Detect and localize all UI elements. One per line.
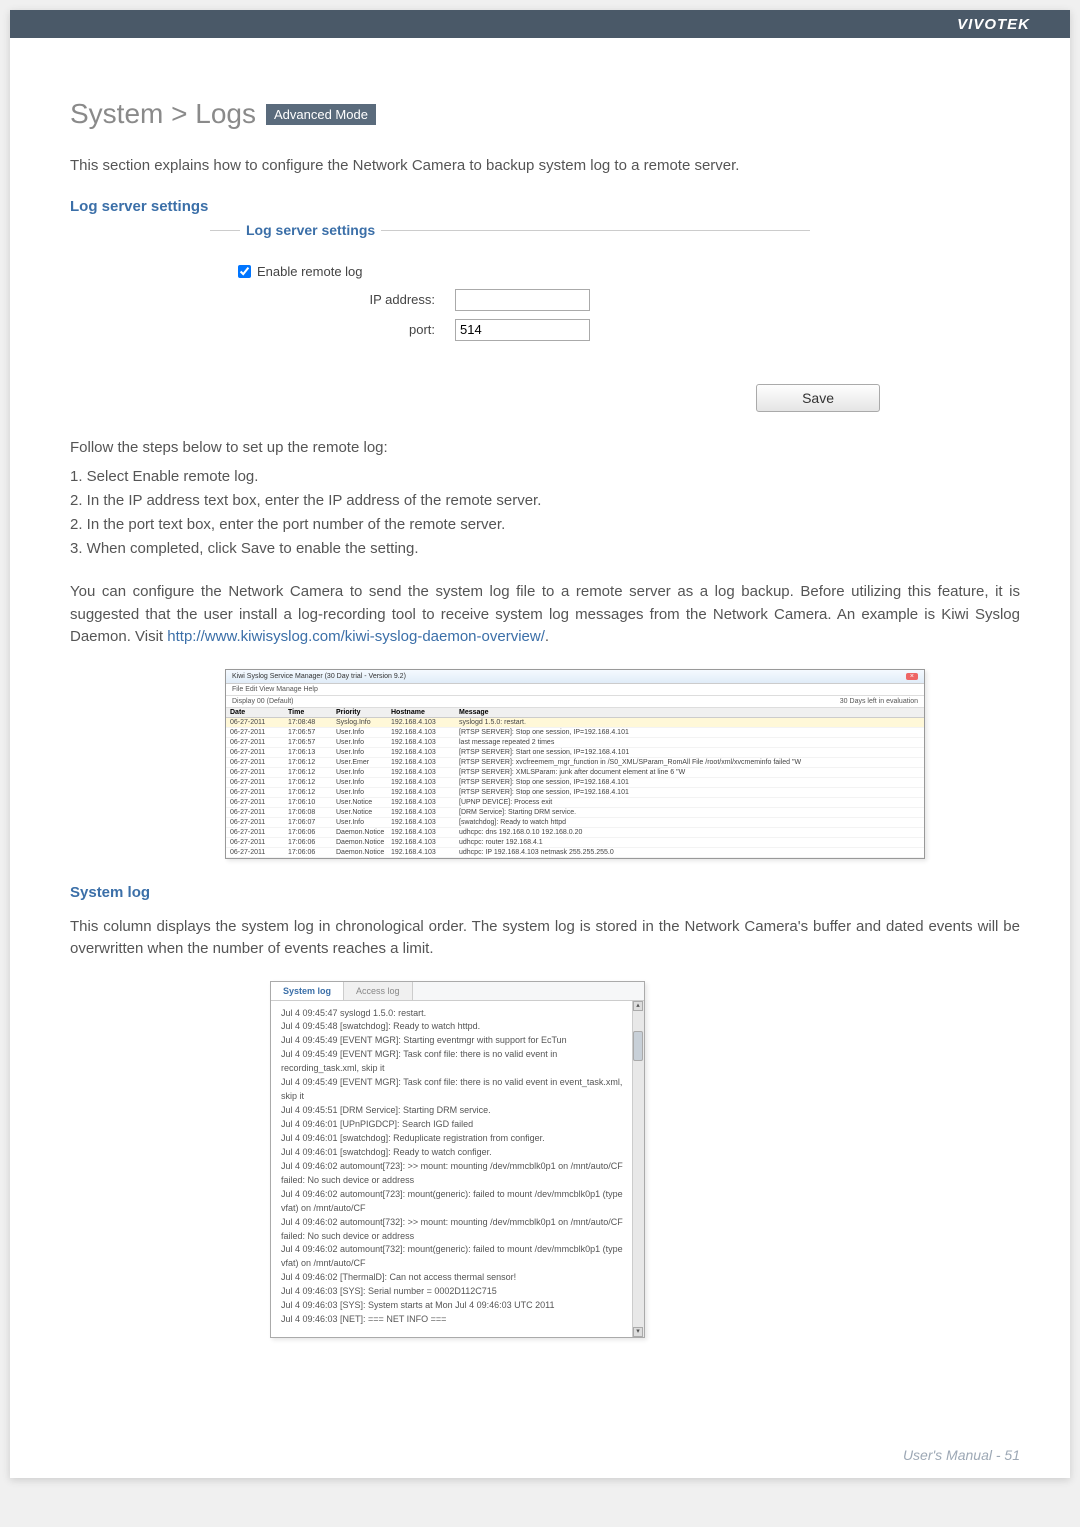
kiwi-table-row: 06-27-201117:06:12User.Info192.168.4.103… bbox=[226, 768, 924, 778]
syslog-line: Jul 4 09:46:01 [swatchdog]: Reduplicate … bbox=[281, 1132, 634, 1146]
step-item: 1. Select Enable remote log. bbox=[70, 465, 1020, 489]
kiwi-table-row: 06-27-201117:06:13User.Info192.168.4.103… bbox=[226, 748, 924, 758]
kiwi-table-row: 06-27-201117:06:07User.Info192.168.4.103… bbox=[226, 818, 924, 828]
syslog-line: Jul 4 09:45:49 [EVENT MGR]: Task conf fi… bbox=[281, 1076, 634, 1104]
kiwi-link[interactable]: http://www.kiwisyslog.com/kiwi-syslog-da… bbox=[167, 628, 545, 645]
scroll-thumb[interactable] bbox=[633, 1031, 643, 1061]
kiwi-table-row: 06-27-201117:06:10User.Notice192.168.4.1… bbox=[226, 798, 924, 808]
save-button[interactable]: Save bbox=[756, 384, 880, 412]
scroll-down-icon[interactable]: ▾ bbox=[633, 1327, 643, 1337]
log-server-heading: Log server settings bbox=[70, 198, 1020, 215]
log-server-legend: Log server settings bbox=[240, 222, 381, 238]
ip-address-input[interactable] bbox=[455, 289, 590, 311]
step-item: 2. In the IP address text box, enter the… bbox=[70, 489, 1020, 513]
syslog-line: Jul 4 09:46:03 [SYS]: System starts at M… bbox=[281, 1299, 634, 1313]
port-input[interactable] bbox=[455, 319, 590, 341]
brand-label: VIVOTEK bbox=[957, 16, 1030, 33]
kiwi-menubar: File Edit View Manage Help bbox=[226, 684, 924, 696]
close-icon: × bbox=[906, 673, 918, 680]
page-title: System > Logs Advanced Mode bbox=[70, 98, 1020, 130]
log-server-settings-panel: Log server settings Enable remote log IP… bbox=[210, 230, 810, 359]
syslog-line: Jul 4 09:46:03 [SYS]: Serial number = 00… bbox=[281, 1285, 634, 1299]
step-item: 3. When completed, click Save to enable … bbox=[70, 537, 1020, 561]
kiwi-table-row: 06-27-201117:06:06Daemon.Notice192.168.4… bbox=[226, 828, 924, 838]
kiwi-table-row: 06-27-201117:08:48Syslog.Info192.168.4.1… bbox=[226, 718, 924, 728]
kiwi-table-header: Date Time Priority Hostname Message bbox=[226, 708, 924, 718]
syslog-line: Jul 4 09:46:02 automount[732]: mount(gen… bbox=[281, 1243, 634, 1271]
kiwi-trial-notice: 30 Days left in evaluation bbox=[840, 698, 918, 705]
kiwi-table-row: 06-27-201117:06:57User.Info192.168.4.103… bbox=[226, 738, 924, 748]
kiwi-table-row: 06-27-201117:06:12User.Info192.168.4.103… bbox=[226, 778, 924, 788]
advanced-mode-badge: Advanced Mode bbox=[266, 104, 376, 125]
kiwi-table-row: 06-27-201117:06:57User.Info192.168.4.103… bbox=[226, 728, 924, 738]
scrollbar[interactable]: ▴ ▾ bbox=[632, 1001, 644, 1338]
kiwi-table-row: 06-27-201117:06:06Daemon.Notice192.168.4… bbox=[226, 848, 924, 858]
syslog-line: Jul 4 09:46:02 [ThermalD]: Can not acces… bbox=[281, 1271, 634, 1285]
enable-remote-log-label: Enable remote log bbox=[257, 264, 363, 279]
tab-access-log[interactable]: Access log bbox=[344, 982, 413, 1000]
kiwi-window-controls: × bbox=[903, 673, 918, 680]
manual-page: VIVOTEK System > Logs Advanced Mode This… bbox=[10, 10, 1070, 1478]
page-footer: User's Manual - 51 bbox=[903, 1447, 1020, 1463]
system-log-heading: System log bbox=[70, 884, 1020, 901]
kiwi-table-row: 06-27-201117:06:12User.Info192.168.4.103… bbox=[226, 788, 924, 798]
kiwi-table-row: 06-27-201117:06:12User.Emer192.168.4.103… bbox=[226, 758, 924, 768]
enable-remote-log-checkbox[interactable] bbox=[238, 265, 251, 278]
system-log-panel: System log Access log Jul 4 09:45:47 sys… bbox=[270, 981, 645, 1339]
kiwi-display-select: Display 00 (Default) bbox=[232, 698, 293, 705]
follow-steps-intro: Follow the steps below to set up the rem… bbox=[70, 437, 1020, 460]
header-bar: VIVOTEK bbox=[10, 10, 1070, 38]
syslog-line: Jul 4 09:46:01 [UPnPIGDCP]: Search IGD f… bbox=[281, 1118, 634, 1132]
intro-paragraph: This section explains how to configure t… bbox=[70, 155, 1020, 178]
syslog-line: Jul 4 09:46:02 automount[732]: >> mount:… bbox=[281, 1216, 634, 1244]
scroll-up-icon[interactable]: ▴ bbox=[633, 1001, 643, 1011]
syslog-line: Jul 4 09:46:01 [swatchdog]: Ready to wat… bbox=[281, 1146, 634, 1160]
kiwi-paragraph: You can configure the Network Camera to … bbox=[70, 581, 1020, 649]
kiwi-syslog-screenshot: Kiwi Syslog Service Manager (30 Day tria… bbox=[225, 669, 925, 859]
kiwi-table-row: 06-27-201117:06:08User.Notice192.168.4.1… bbox=[226, 808, 924, 818]
syslog-line: Jul 4 09:45:49 [EVENT MGR]: Task conf fi… bbox=[281, 1048, 634, 1076]
syslog-line: Jul 4 09:45:47 syslogd 1.5.0: restart. bbox=[281, 1007, 634, 1021]
ip-address-label: IP address: bbox=[230, 292, 455, 307]
kiwi-window-title: Kiwi Syslog Service Manager (30 Day tria… bbox=[232, 673, 406, 680]
syslog-line: Jul 4 09:45:48 [swatchdog]: Ready to wat… bbox=[281, 1020, 634, 1034]
steps-list: 1. Select Enable remote log. 2. In the I… bbox=[70, 465, 1020, 561]
step-item: 2. In the port text box, enter the port … bbox=[70, 513, 1020, 537]
port-label: port: bbox=[230, 322, 455, 337]
kiwi-table-row: 06-27-201117:06:06Daemon.Notice192.168.4… bbox=[226, 838, 924, 848]
syslog-line: Jul 4 09:46:02 automount[723]: >> mount:… bbox=[281, 1160, 634, 1188]
system-log-paragraph: This column displays the system log in c… bbox=[70, 916, 1020, 961]
syslog-line: Jul 4 09:46:03 [NET]: === NET INFO === bbox=[281, 1313, 634, 1327]
syslog-line: Jul 4 09:45:51 [DRM Service]: Starting D… bbox=[281, 1104, 634, 1118]
syslog-line: Jul 4 09:46:02 automount[723]: mount(gen… bbox=[281, 1188, 634, 1216]
title-text: System > Logs bbox=[70, 98, 256, 130]
syslog-line: Jul 4 09:45:49 [EVENT MGR]: Starting eve… bbox=[281, 1034, 634, 1048]
tab-system-log[interactable]: System log bbox=[271, 982, 344, 1000]
